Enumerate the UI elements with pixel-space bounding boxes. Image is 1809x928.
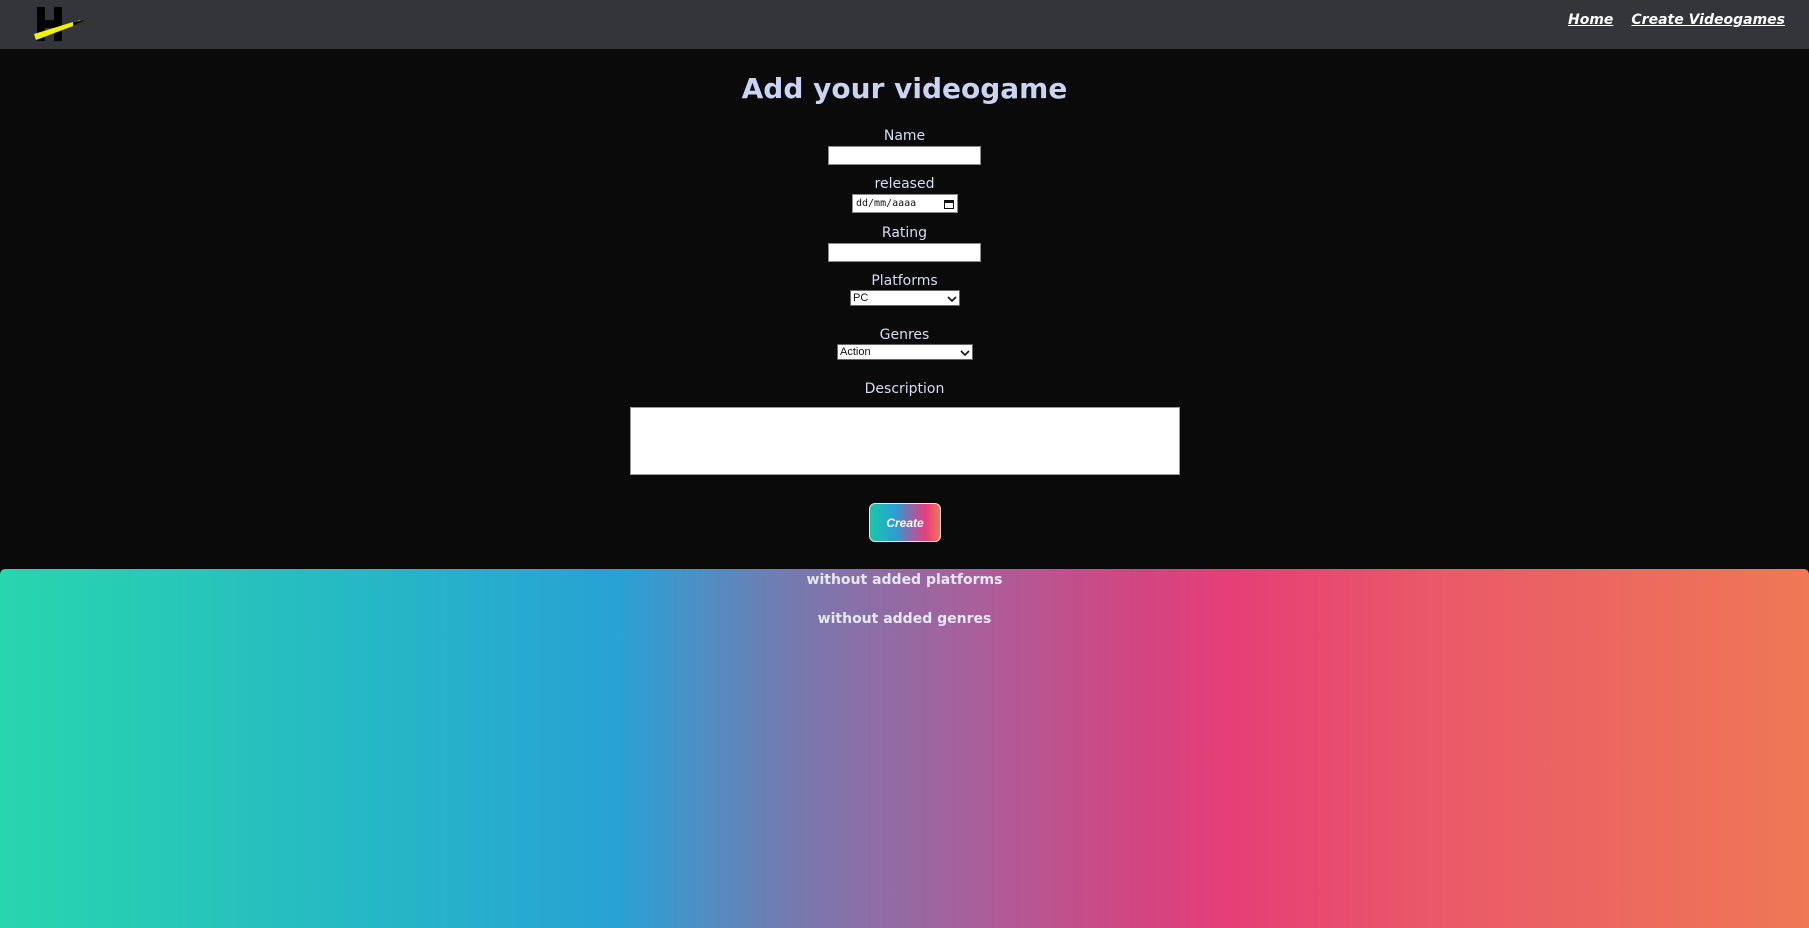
rating-label: Rating — [881, 225, 928, 241]
genres-preview-text: without added genres — [817, 611, 992, 627]
genres-label: Genres — [879, 327, 930, 343]
released-date-placeholder: dd/mm/aaaa — [856, 198, 917, 209]
chevron-down-icon — [947, 294, 957, 303]
nav-link-home[interactable]: Home — [1568, 12, 1613, 28]
nav-links: Home Create Videogames — [1568, 12, 1785, 28]
released-label: released — [874, 176, 935, 192]
rating-input[interactable] — [828, 243, 981, 262]
released-date-input[interactable]: dd/mm/aaaa — [852, 194, 958, 213]
calendar-icon[interactable] — [944, 199, 954, 209]
genres-selected-value: Action — [840, 346, 871, 358]
description-label: Description — [864, 381, 945, 397]
platforms-select[interactable]: PC — [850, 290, 960, 306]
preview-panel: without added platforms without added ge… — [0, 569, 1809, 928]
platforms-selected-value: PC — [853, 292, 869, 304]
nav-link-create-videogames[interactable]: Create Videogames — [1631, 12, 1785, 28]
name-label: Name — [883, 128, 926, 144]
name-input[interactable] — [828, 146, 981, 165]
genres-select[interactable]: Action — [837, 344, 973, 360]
platforms-preview-text: without added platforms — [806, 572, 1003, 588]
create-button[interactable]: Create — [869, 503, 941, 542]
chevron-down-icon — [960, 348, 970, 357]
description-textarea[interactable] — [630, 407, 1180, 475]
create-videogame-form: Add your videogame Name released dd/mm/a… — [0, 49, 1809, 569]
hero-logo-icon[interactable] — [33, 4, 85, 44]
page-title: Add your videogame — [741, 72, 1068, 105]
platforms-label: Platforms — [871, 273, 938, 289]
top-navbar: Home Create Videogames — [0, 0, 1809, 49]
